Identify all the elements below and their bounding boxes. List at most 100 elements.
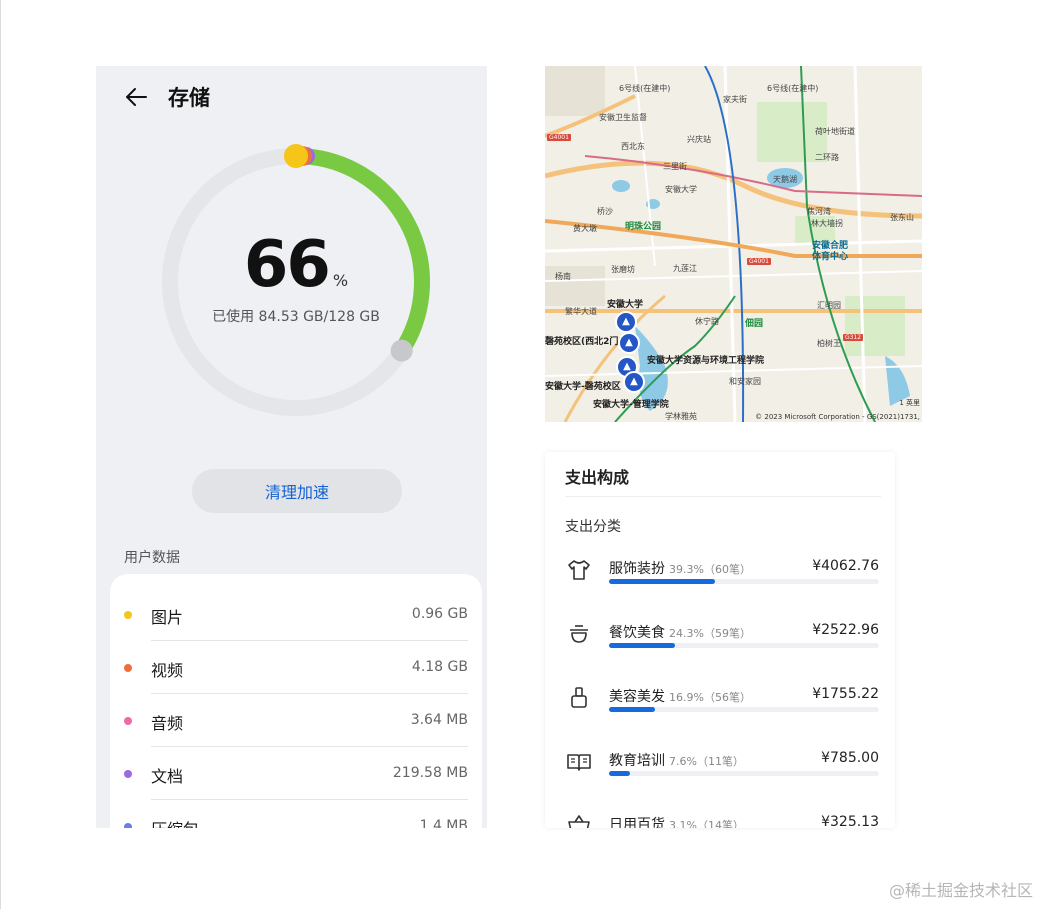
map-label: 杨南	[555, 272, 571, 281]
user-data-section-label: 用户数据	[124, 550, 180, 566]
list-item-label: 视频	[151, 661, 184, 680]
share-bar-fill	[609, 579, 716, 584]
map-pin-graduation-cap-icon[interactable]: ▲	[623, 371, 645, 393]
back-arrow-icon[interactable]	[124, 84, 150, 110]
share-bar-fill	[609, 771, 630, 776]
map-label: 张东山	[890, 213, 914, 222]
storage-panel: 存储 66% 已使用 84.53 GB/128 GB 清理加速 用户数据 图片 …	[96, 66, 487, 828]
audio-color-dot	[124, 717, 132, 725]
map-poi[interactable]: 安徽大学-管理学院	[593, 397, 669, 410]
map-label: 汇明园	[817, 301, 841, 310]
map-label: 天鹅湖	[773, 175, 797, 184]
cosmetics-icon	[571, 687, 587, 708]
expense-row-education[interactable]: 教育培训 7.6%（11笔） ¥785.00	[545, 748, 895, 808]
highway-shield: G312	[843, 334, 864, 341]
list-item-label: 压缩包	[151, 816, 199, 828]
category-name: 服饰装扮	[609, 561, 665, 577]
expense-category: 服饰装扮 39.3%（60笔）	[609, 558, 751, 578]
expense-amount: ¥1755.22	[812, 686, 879, 702]
expense-amount: ¥785.00	[821, 750, 879, 766]
screenshot-collage: 存储 66% 已使用 84.53 GB/128 GB 清理加速 用户数据 图片 …	[0, 0, 1041, 909]
expense-category: 餐饮美食 24.3%（59笔）	[609, 622, 751, 642]
page-title: 存储	[168, 86, 210, 110]
expense-subtitle: 支出分类	[565, 519, 621, 535]
list-item-label: 文档	[151, 767, 184, 786]
map-poi[interactable]: 安徽大学	[607, 297, 643, 310]
user-data-list: 图片 0.96 GB 视频 4.18 GB 音频 3.64 MB 文档 219.…	[110, 574, 482, 828]
list-item-label: 图片	[151, 608, 184, 627]
storage-header: 存储	[124, 82, 210, 112]
highway-shield: G4001	[747, 258, 771, 265]
map-label: 和安家园	[729, 377, 761, 386]
book-icon	[567, 754, 591, 771]
expense-amount: ¥325.13	[821, 814, 879, 828]
list-item-size: 219.58 MB	[392, 765, 468, 781]
usage-percentage-number: 66	[243, 228, 331, 302]
map-copyright: © 2023 Microsoft Corporation - GS(2021)1…	[755, 413, 920, 421]
list-item-archives[interactable]: 压缩包 1.4 MB	[110, 800, 482, 828]
expense-row-dining[interactable]: 餐饮美食 24.3%（59笔） ¥2522.96	[545, 620, 895, 680]
expense-category: 日用百货 3.1%（14笔）	[609, 814, 744, 828]
map-poi[interactable]: 磬苑校区(西北2门)	[545, 334, 623, 347]
map-label: 繁华大道	[565, 307, 597, 316]
map-label: 家夫街	[723, 95, 747, 104]
share-bar-track	[609, 771, 879, 776]
category-name: 餐饮美食	[609, 625, 665, 641]
map-poi-park[interactable]: 佃园	[745, 316, 763, 329]
highway-shield: G4001	[547, 134, 571, 141]
list-item-videos[interactable]: 视频 4.18 GB	[110, 641, 482, 694]
expense-amount: ¥2522.96	[812, 622, 879, 638]
map-label: 焦河湾	[807, 207, 831, 216]
share-bar-track	[609, 643, 879, 648]
percent-sign: %	[332, 271, 349, 290]
title-divider	[565, 496, 881, 497]
clean-speedup-button[interactable]: 清理加速	[192, 469, 402, 513]
list-item-size: 0.96 GB	[411, 606, 468, 622]
ring-end-cap	[390, 339, 413, 362]
map-label: 林大墙拐	[811, 219, 843, 228]
expense-row-daily-goods[interactable]: 日用百货 3.1%（14笔） ¥325.13	[545, 812, 895, 828]
expense-row-clothing[interactable]: 服饰装扮 39.3%（60笔） ¥4062.76	[545, 556, 895, 616]
map-poi-park[interactable]: 明珠公园	[625, 219, 661, 232]
expense-composition-panel: 支出构成 支出分类 服饰装扮 39.3%（60笔） ¥4062.76 餐饮美食 24…	[545, 452, 895, 828]
category-name: 日用百货	[609, 817, 665, 828]
category-name: 教育培训	[609, 753, 665, 769]
map-view[interactable]: 6号线(在建中) 6号线(在建中) G4001 G4001 G312 家夫街 荷…	[545, 66, 922, 422]
share-bar-track	[609, 707, 879, 712]
list-item-size: 3.64 MB	[410, 712, 468, 728]
map-label: 6号线(在建中)	[767, 84, 819, 93]
share-bar-fill	[609, 707, 655, 712]
used-capacity-text: 已使用 84.53 GB/128 GB	[212, 309, 380, 325]
map-poi[interactable]: 安徽大学资源与环境工程学院	[647, 353, 764, 366]
left-edge-divider	[0, 0, 1, 909]
map-label: 安徽大学	[665, 185, 697, 194]
list-item-images[interactable]: 图片 0.96 GB	[110, 588, 482, 641]
bowl-icon	[570, 625, 588, 643]
expense-row-beauty[interactable]: 美容美发 16.9%（56笔） ¥1755.22	[545, 684, 895, 744]
map-label: 黄大墩	[573, 224, 597, 233]
map-label: 休宁路	[695, 317, 719, 326]
list-item-size: 4.18 GB	[411, 659, 468, 675]
map-pin-graduation-cap-icon[interactable]: ▲	[618, 332, 640, 354]
map-poi-sports[interactable]: 体育中心	[812, 249, 848, 262]
map-label: 学林雅苑	[665, 412, 697, 421]
map-label: 6号线(在建中)	[619, 84, 671, 93]
expense-title: 支出构成	[565, 468, 630, 487]
list-item-audio[interactable]: 音频 3.64 MB	[110, 694, 482, 747]
map-pin-graduation-cap-icon[interactable]: ▲	[615, 311, 637, 333]
map-scale: 1 英里	[899, 399, 920, 407]
map-label: 三里街	[663, 162, 687, 171]
expense-category: 美容美发 16.9%（56笔）	[609, 686, 751, 706]
category-share: 39.3%（60笔）	[669, 563, 751, 576]
usage-percentage: 66%	[156, 228, 436, 302]
share-bar-track	[609, 579, 879, 584]
category-name: 美容美发	[609, 689, 665, 705]
category-share: 3.1%（14笔）	[669, 819, 744, 828]
map-label: 桥沙	[597, 207, 613, 216]
map-label: 兴庆站	[687, 135, 711, 144]
ring-segment-images	[284, 144, 308, 168]
storage-usage-ring: 66% 已使用 84.53 GB/128 GB	[156, 142, 436, 422]
shirt-icon	[568, 560, 590, 580]
list-item-documents[interactable]: 文档 219.58 MB	[110, 747, 482, 800]
map-poi[interactable]: 安徽大学-磬苑校区	[545, 379, 621, 392]
